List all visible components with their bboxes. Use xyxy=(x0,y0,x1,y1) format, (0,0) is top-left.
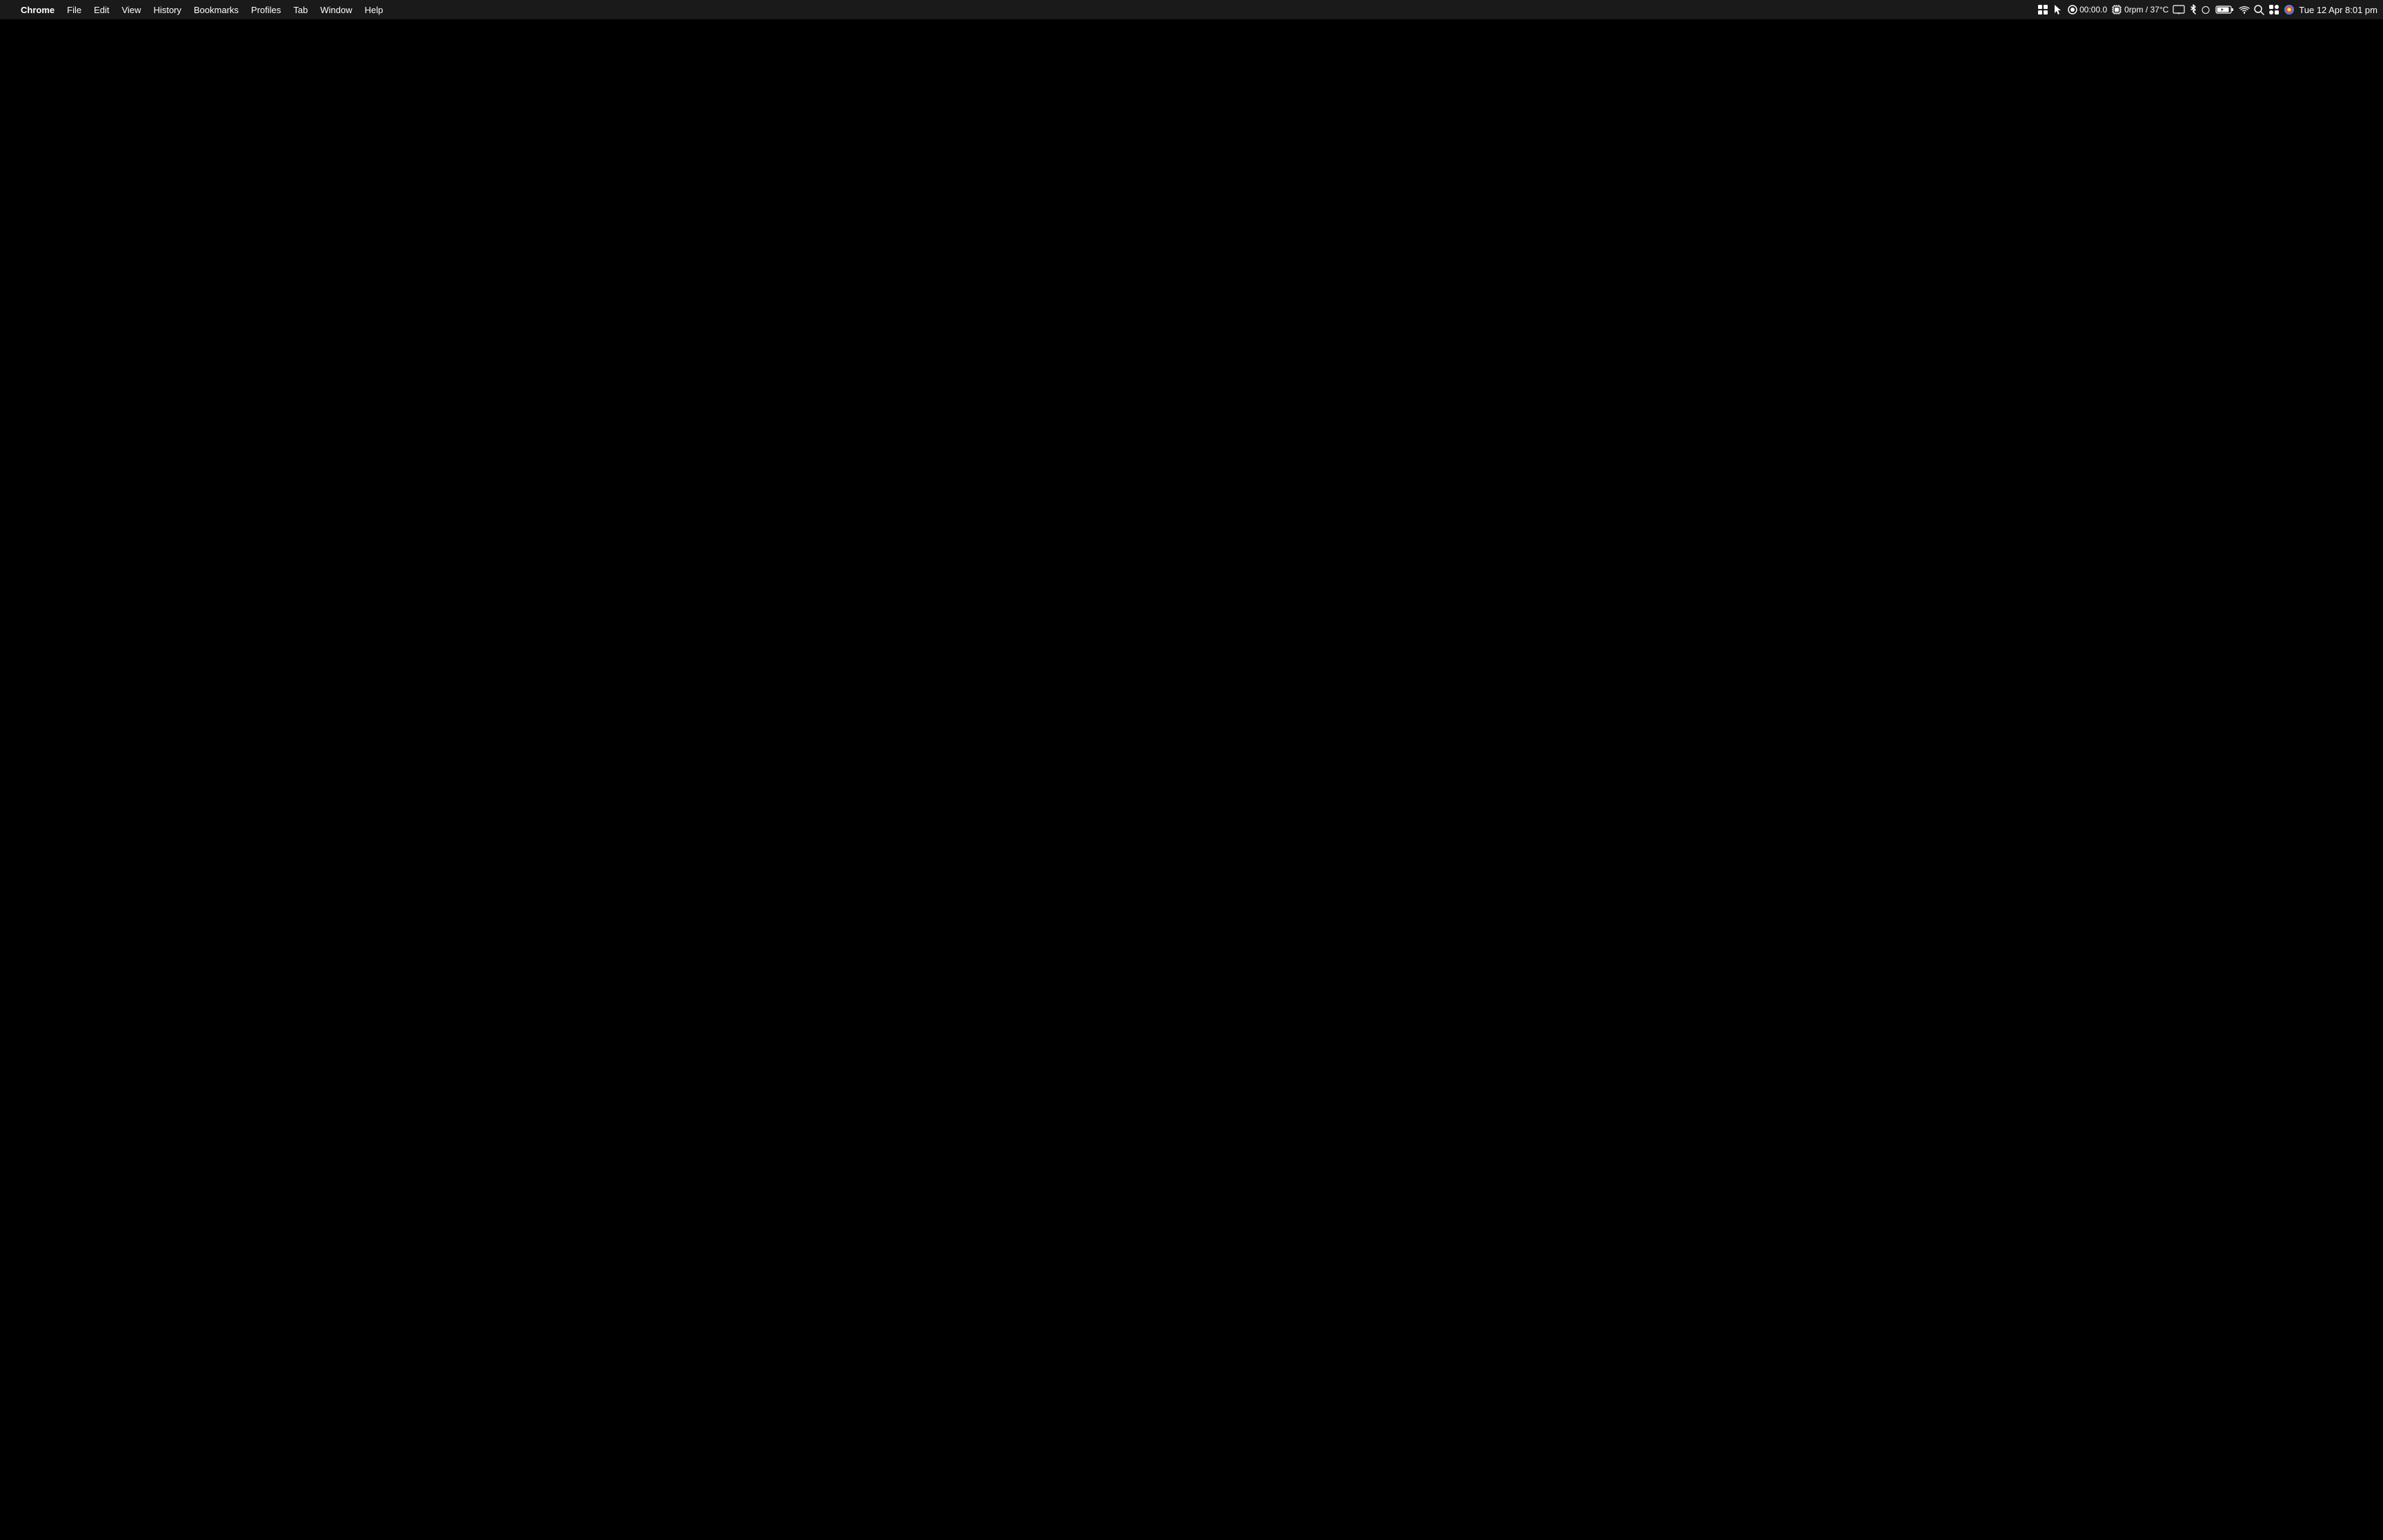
menu-edit[interactable]: Edit xyxy=(88,3,115,17)
wifi-icon[interactable] xyxy=(2239,5,2250,14)
menu-history[interactable]: History xyxy=(148,3,186,17)
timer-status[interactable]: 00:00.0 xyxy=(2068,5,2107,14)
app-name[interactable]: Chrome xyxy=(15,3,60,17)
apple-menu[interactable] xyxy=(6,8,14,11)
desktop xyxy=(0,19,2383,1540)
profile-icon[interactable] xyxy=(2284,4,2295,15)
cursor-icon[interactable] xyxy=(2053,4,2064,15)
mission-control-icon[interactable] xyxy=(2037,4,2048,15)
cpu-value: 0rpm / 37°C xyxy=(2124,5,2168,14)
datetime: Tue 12 Apr 8:01 pm xyxy=(2299,5,2377,15)
battery-icon[interactable] xyxy=(2215,5,2235,14)
menu-tab[interactable]: Tab xyxy=(288,3,313,17)
cpu-status[interactable]: 0rpm / 37°C xyxy=(2111,4,2168,15)
menu-profiles[interactable]: Profiles xyxy=(246,3,286,17)
menu-window[interactable]: Window xyxy=(315,3,357,17)
display-icon[interactable] xyxy=(2173,5,2185,14)
timer-value: 00:00.0 xyxy=(2079,5,2107,14)
bluetooth-icon[interactable] xyxy=(2189,4,2197,15)
control-center-icon[interactable] xyxy=(2268,4,2280,15)
search-icon[interactable] xyxy=(2254,5,2264,15)
menubar-right: 00:00.0 0rpm / 37°C xyxy=(2037,4,2377,15)
menu-view[interactable]: View xyxy=(116,3,146,17)
dark-mode-icon[interactable] xyxy=(2202,5,2211,14)
menubar: Chrome File Edit View History Bookmarks … xyxy=(0,0,2383,19)
menu-bookmarks[interactable]: Bookmarks xyxy=(188,3,244,17)
menubar-left: Chrome File Edit View History Bookmarks … xyxy=(6,3,388,17)
menu-file[interactable]: File xyxy=(61,3,87,17)
menu-help[interactable]: Help xyxy=(359,3,389,17)
